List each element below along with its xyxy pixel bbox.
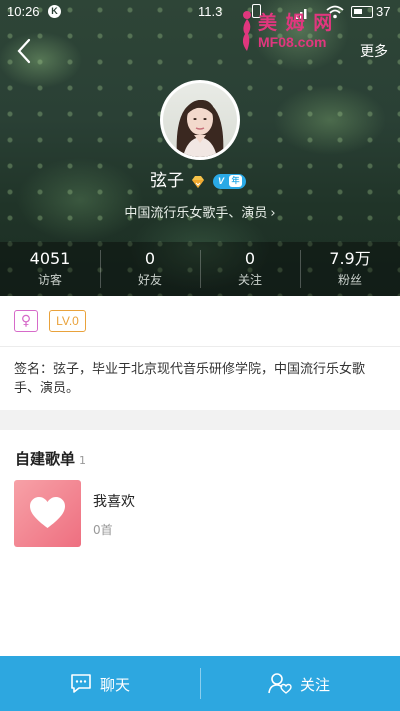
chat-icon xyxy=(71,674,91,693)
watermark-figure-icon xyxy=(242,11,251,51)
add-follow-icon xyxy=(268,673,292,694)
playlists-title: 自建歌单 xyxy=(15,450,76,468)
playlists-section: 自建歌单 1 我喜欢 0首 xyxy=(0,430,400,656)
playlist-item[interactable]: 我喜欢 0首 xyxy=(14,480,386,548)
network-speed: 11.3 xyxy=(198,4,223,19)
signature-text: 签名：弦子，毕业于北京现代音乐研修学院，中国流行乐女歌手、演员。 xyxy=(14,362,366,396)
profile-header: 10:26 K 11.3 37 美 姆 网 MF08.com 更多 弦子 V 年… xyxy=(0,0,400,296)
stat-label: 关注 xyxy=(237,273,262,287)
follow-button[interactable]: 关注 xyxy=(200,656,400,711)
profile-info-section: ♀ LV.0 签名：弦子，毕业于北京现代音乐研修学院，中国流行乐女歌手、演员。 xyxy=(0,296,400,410)
verified-year-badge: V 年 xyxy=(213,174,246,189)
watermark-logo: 美 姆 网 MF08.com xyxy=(238,6,348,54)
badge-v-letter: V xyxy=(218,176,225,186)
stat-fans[interactable]: 7.9万 粉丝 xyxy=(300,242,400,296)
chat-label: 聊天 xyxy=(100,676,131,694)
playlist-song-count: 0首 xyxy=(93,523,113,537)
watermark-title: 美 姆 网 xyxy=(258,12,334,34)
avatar-portrait xyxy=(176,99,224,157)
stat-value: 7.9万 xyxy=(329,249,371,268)
playlist-cover xyxy=(14,480,81,547)
avatar-image xyxy=(163,83,237,157)
name-row: 弦子 V 年 xyxy=(0,170,400,194)
playlists-count: 1 xyxy=(79,454,87,467)
battery-icon xyxy=(351,6,373,18)
level-badge: LV.0 xyxy=(49,310,86,332)
k-app-icon: K xyxy=(48,5,61,18)
badge-year-text: 年 xyxy=(229,175,242,187)
stat-friends[interactable]: 0 好友 xyxy=(100,242,200,296)
stat-label: 粉丝 xyxy=(337,273,362,287)
avatar[interactable] xyxy=(160,80,240,160)
playlist-name: 我喜欢 xyxy=(93,494,135,510)
section-title: 自建歌单 1 xyxy=(15,448,86,469)
stat-value: 4051 xyxy=(29,249,71,268)
battery-level: 37 xyxy=(376,4,391,19)
stat-label: 访客 xyxy=(37,273,62,287)
divider xyxy=(0,346,400,347)
chevron-right-icon: › xyxy=(270,206,276,221)
stat-label: 好友 xyxy=(137,273,162,287)
profile-name: 弦子 xyxy=(150,171,184,191)
stat-value: 0 xyxy=(144,249,156,268)
watermark-url: MF08.com xyxy=(258,34,327,50)
heart-icon xyxy=(30,497,65,528)
vip-diamond-icon xyxy=(192,176,204,188)
chat-button[interactable]: 聊天 xyxy=(0,656,200,711)
stat-value: 0 xyxy=(244,249,256,268)
bottom-action-bar: 聊天 关注 xyxy=(0,656,400,711)
status-time: 10:26 xyxy=(7,4,40,19)
stats-bar: 4051 访客 0 好友 0 关注 7.9万 粉丝 xyxy=(0,242,400,296)
follow-label: 关注 xyxy=(300,676,331,694)
back-button[interactable] xyxy=(12,36,38,66)
stat-visitors[interactable]: 4051 访客 xyxy=(0,242,100,296)
more-button[interactable]: 更多 xyxy=(360,41,388,61)
profile-description-link[interactable]: 中国流行乐女歌手、演员 › xyxy=(0,202,400,221)
stat-following[interactable]: 0 关注 xyxy=(200,242,300,296)
profile-description: 中国流行乐女歌手、演员 xyxy=(124,206,268,221)
female-icon: ♀ xyxy=(14,310,38,332)
